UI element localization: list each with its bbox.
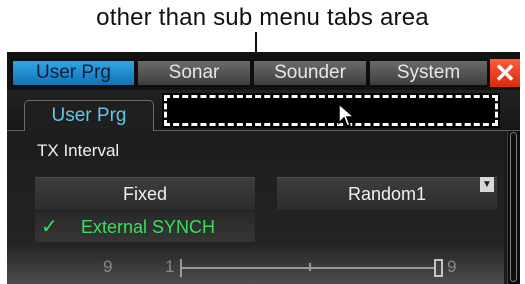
- checkmark-icon: ✓: [41, 216, 58, 238]
- fixed-button[interactable]: Fixed: [35, 177, 255, 210]
- slider-row: 9 1 9: [7, 249, 504, 284]
- dropdown-arrow-icon[interactable]: ▼: [480, 177, 494, 192]
- subtab-user-prg[interactable]: User Prg: [24, 100, 154, 131]
- external-synch-toggle[interactable]: ✓ External SYNCH: [35, 212, 255, 242]
- tab-sounder[interactable]: Sounder: [252, 59, 368, 87]
- tab-user-prg[interactable]: User Prg: [11, 59, 136, 87]
- slider-mid-tick: [309, 263, 311, 271]
- content-panel: TX Interval Fixed Random1 ▼ ✓ External S…: [7, 131, 504, 284]
- scrollbar-thumb[interactable]: [510, 132, 517, 282]
- tab-sonar[interactable]: Sonar: [136, 59, 252, 87]
- callout-label: other than sub menu tabs area: [96, 4, 429, 31]
- random-dropdown-label: Random1: [347, 184, 427, 204]
- tab-system[interactable]: System: [368, 59, 489, 87]
- highlight-area-box[interactable]: [164, 95, 498, 126]
- mouse-cursor-icon: [338, 103, 357, 127]
- device-screen: User Prg Sonar Sounder System ✕ User Prg…: [7, 52, 520, 284]
- slider-value: 9: [103, 257, 113, 276]
- external-synch-label: External SYNCH: [81, 217, 216, 237]
- slider-min-label: 1: [165, 257, 175, 276]
- main-tab-bar: User Prg Sonar Sounder System ✕: [7, 52, 520, 90]
- slider-max-label: 9: [447, 257, 457, 276]
- close-icon[interactable]: ✕: [490, 59, 520, 87]
- random-dropdown[interactable]: Random1: [277, 177, 497, 210]
- sub-menu-tab-bar: User Prg: [7, 90, 520, 131]
- tx-interval-label: TX Interval: [37, 141, 120, 160]
- slider-thumb[interactable]: [434, 259, 443, 277]
